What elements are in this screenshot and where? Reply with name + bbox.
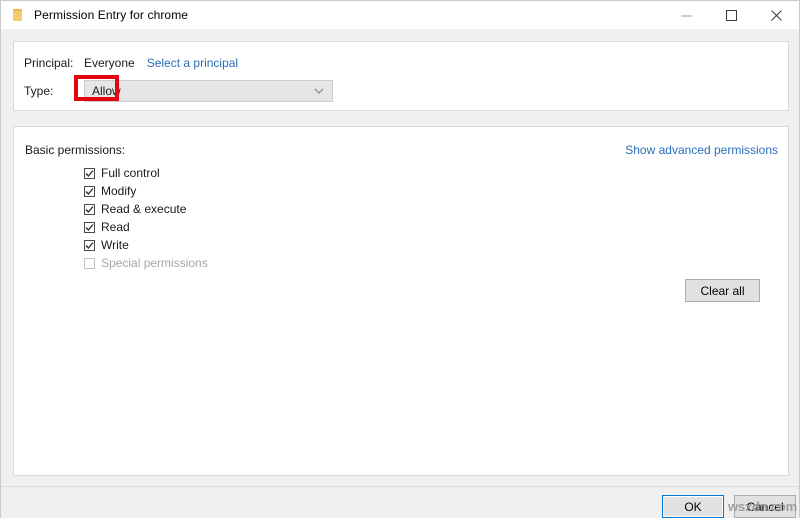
principal-label: Principal: [24,56,74,70]
checkbox-special-permissions [84,257,95,269]
maximize-icon[interactable] [709,1,754,30]
permission-label: Special permissions [101,256,208,270]
principal-panel: Principal: Everyone Select a principal T… [13,41,789,111]
permission-label: Write [101,238,129,252]
type-label: Type: [24,84,54,98]
permission-row-special-permissions: Special permissions [84,254,208,272]
checkbox-full-control[interactable] [84,167,95,179]
checkbox-read[interactable] [84,221,95,233]
permission-label: Read & execute [101,202,187,216]
basic-permissions-label: Basic permissions: [25,143,126,157]
checkbox-read-execute[interactable] [84,203,95,215]
permission-row-write[interactable]: Write [84,236,208,254]
permission-row-read-execute[interactable]: Read & execute [84,200,208,218]
cancel-button[interactable]: Cancel [734,495,796,518]
permission-row-modify[interactable]: Modify [84,182,208,200]
principal-row: Principal: Everyone Select a principal [24,53,238,73]
checkbox-modify[interactable] [84,185,95,197]
permission-row-read[interactable]: Read [84,218,208,236]
ok-button[interactable]: OK [662,495,724,518]
type-dropdown[interactable]: Allow [84,80,333,102]
folder-icon [10,7,26,23]
permission-label: Full control [101,166,160,180]
close-icon[interactable] [754,1,799,30]
permission-label: Read [101,220,130,234]
basic-permissions-panel: Basic permissions: Show advanced permiss… [13,126,789,476]
principal-value: Everyone [84,56,135,70]
type-dropdown-value: Allow [92,84,121,98]
window-title: Permission Entry for chrome [34,8,189,22]
permission-list: Full control Modify Read & execute Read [84,164,208,272]
permission-entry-dialog: Permission Entry for chrome Principal: E… [0,0,800,518]
show-advanced-permissions-link[interactable]: Show advanced permissions [625,143,778,157]
type-row: Type: Allow [24,80,333,102]
chevron-down-icon [314,88,324,95]
minimize-icon[interactable] [664,1,709,30]
permission-row-full-control[interactable]: Full control [84,164,208,182]
select-a-principal-link[interactable]: Select a principal [147,56,238,70]
checkbox-write[interactable] [84,239,95,251]
clear-all-button[interactable]: Clear all [685,279,760,302]
footer-bar: OK Cancel [1,487,799,518]
window-controls [664,1,799,30]
title-bar: Permission Entry for chrome [1,1,799,30]
permission-label: Modify [101,184,137,198]
